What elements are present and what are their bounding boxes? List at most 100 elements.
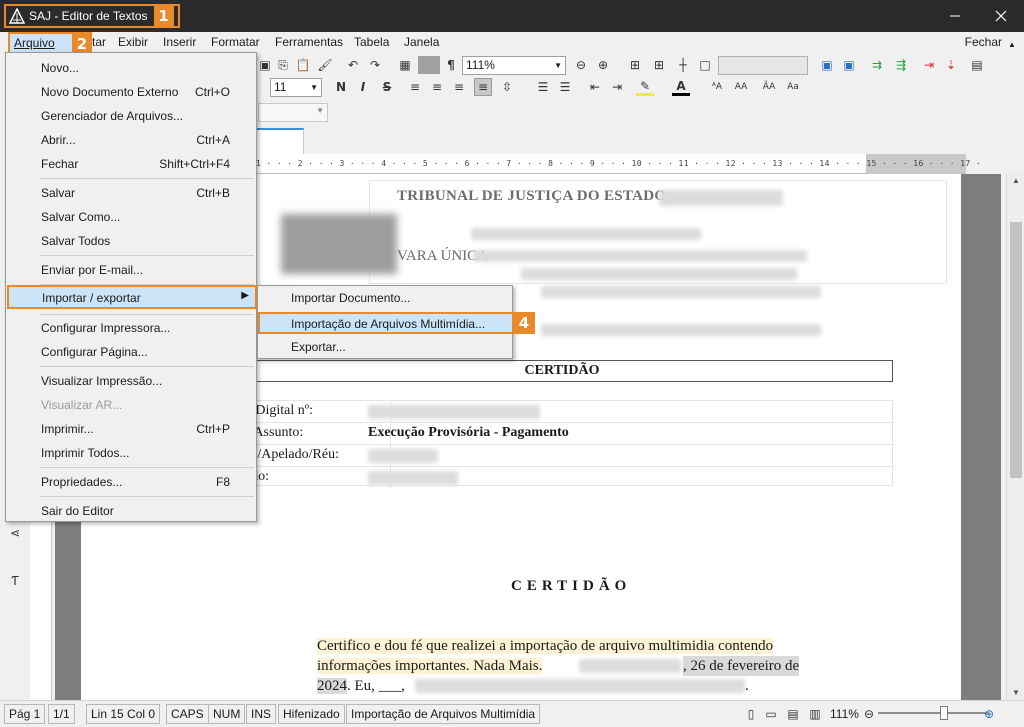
two-page-view-icon[interactable]: ▭ xyxy=(762,705,780,723)
menu-item-salvar-todos[interactable]: Salvar Todos xyxy=(8,230,254,252)
menu-item-configurar-pagina[interactable]: Configurar Página... xyxy=(8,341,254,363)
align-left-icon[interactable]: ≡ xyxy=(406,78,424,96)
menu-item-novo-externo[interactable]: Novo Documento Externo Ctrl+O xyxy=(8,81,254,103)
submenu-item-exportar[interactable]: Exportar... xyxy=(291,340,346,354)
table-grid-icon[interactable]: ⊞ xyxy=(650,56,668,74)
tab-stop-icon[interactable]: Ƭ xyxy=(6,572,24,590)
redacted-party xyxy=(368,449,438,463)
menu-ferramentas[interactable]: Ferramentas xyxy=(275,35,343,49)
table-icon[interactable]: ▦ xyxy=(396,56,414,74)
align-right-icon[interactable]: ≡ xyxy=(450,78,468,96)
menu-inserir[interactable]: Inserir xyxy=(163,35,196,49)
border-style-box[interactable] xyxy=(718,56,808,75)
grow-font-icon[interactable]: ÃA xyxy=(760,78,778,96)
copy-icon[interactable]: ⎘ xyxy=(274,56,292,74)
minimize-button[interactable] xyxy=(932,0,978,32)
numbering-icon[interactable]: ☰ xyxy=(556,78,574,96)
delete-column-icon[interactable]: ⇥ xyxy=(920,56,938,74)
indent-icon[interactable]: ⇥ xyxy=(608,78,626,96)
table-row: ante/Apelado/Réu: xyxy=(232,445,894,467)
align-center-icon[interactable]: ≡ xyxy=(428,78,446,96)
menu-separator xyxy=(40,255,254,256)
format-painter-icon[interactable]: 🖌 xyxy=(316,56,334,74)
save-icon[interactable]: ▣ xyxy=(256,56,274,74)
menu-exibir[interactable]: Exibir xyxy=(118,35,148,49)
columns-icon[interactable]: ▣ xyxy=(818,56,836,74)
merge-icon[interactable]: ⇉ xyxy=(868,56,886,74)
chevron-down-icon: ▼ xyxy=(316,106,324,115)
menu-item-propriedades[interactable]: Propriedades... F8 xyxy=(8,471,254,493)
zoom-select[interactable]: 111% ▼ xyxy=(462,56,566,75)
strike-icon[interactable]: S xyxy=(378,78,396,96)
bullets-icon[interactable]: ☰ xyxy=(534,78,552,96)
zoom-in-button-icon[interactable]: ⊕ xyxy=(980,705,998,723)
menu-item-shortcut: Ctrl+B xyxy=(196,186,230,200)
paragraph-style-select[interactable]: ▼ xyxy=(258,103,328,122)
split-icon[interactable]: ⇶ xyxy=(892,56,910,74)
small-caps-icon[interactable]: AA xyxy=(732,78,750,96)
outdent-icon[interactable]: ⇤ xyxy=(586,78,604,96)
menu-item-visualizar-impressao[interactable]: Visualizar Impressão... xyxy=(8,370,254,392)
menu-tabela[interactable]: Tabela xyxy=(354,35,389,49)
menu-item-gerenciador[interactable]: Gerenciador de Arquivos... xyxy=(8,105,254,127)
redo-icon[interactable]: ↷ xyxy=(366,56,384,74)
page-view-icon[interactable]: ▯ xyxy=(742,705,760,723)
paste-icon[interactable]: 📋 xyxy=(294,56,312,74)
bold-icon[interactable]: N xyxy=(332,78,350,96)
highlight-icon[interactable]: ✎ xyxy=(636,78,654,96)
menu-item-label: Imprimir Todos... xyxy=(41,446,130,460)
justify-icon[interactable]: ≡ xyxy=(474,78,492,96)
web-view-icon[interactable]: ▤ xyxy=(784,705,802,723)
menu-janela[interactable]: Janela xyxy=(404,35,439,49)
menu-editar[interactable]: tar xyxy=(92,35,106,49)
pilcrow-icon[interactable]: ¶ xyxy=(442,56,460,74)
share-icon[interactable]: ⋖ xyxy=(6,524,24,542)
menu-item-imprimir-todos[interactable]: Imprimir Todos... xyxy=(8,442,254,464)
menu-item-sair[interactable]: Sair do Editor xyxy=(8,500,254,522)
submenu-item-importar-documento[interactable]: Importar Documento... xyxy=(291,291,410,305)
subject-value: Execução Provisória - Pagamento xyxy=(368,425,569,440)
zoom-out-button-icon[interactable]: ⊖ xyxy=(860,705,878,723)
outline-view-icon[interactable]: ▥ xyxy=(806,705,824,723)
superscript-icon[interactable]: ᴬA xyxy=(708,78,726,96)
zoom-slider-track[interactable] xyxy=(878,712,988,714)
menu-item-salvar[interactable]: Salvar Ctrl+B xyxy=(8,182,254,204)
menu-item-novo[interactable]: Novo... xyxy=(8,57,254,79)
menu-item-salvar-como[interactable]: Salvar Como... xyxy=(8,206,254,228)
menu-item-fechar[interactable]: Fechar Shift+Ctrl+F4 xyxy=(8,153,254,175)
scroll-up-icon[interactable]: ▲ xyxy=(1007,174,1024,188)
menu-item-configurar-impressora[interactable]: Configurar Impressora... xyxy=(8,317,254,339)
menu-arquivo[interactable]: Arquivo 2 xyxy=(8,32,92,54)
menu-item-imprimir[interactable]: Imprimir... Ctrl+P xyxy=(8,418,254,440)
table-props-icon[interactable]: ▤ xyxy=(968,56,986,74)
vertical-scrollbar[interactable]: ▲ ▼ xyxy=(1006,174,1024,700)
close-window-button[interactable] xyxy=(978,0,1024,32)
undo-icon[interactable]: ↶ xyxy=(344,56,362,74)
scroll-down-icon[interactable]: ▼ xyxy=(1007,686,1024,700)
columns-alt-icon[interactable]: ▣ xyxy=(840,56,858,74)
zoom-slider-thumb[interactable] xyxy=(940,706,948,720)
fechar-document-link[interactable]: Fechar xyxy=(965,35,1002,49)
zoom-out-icon[interactable]: ⊖ xyxy=(572,56,590,74)
menu-item-enviar-email[interactable]: Enviar por E-mail... xyxy=(8,259,254,281)
font-color-icon[interactable]: A xyxy=(672,78,690,96)
submenu-item-importacao-multimidia[interactable]: Importação de Arquivos Multimídia... xyxy=(258,312,514,334)
certidao-paragraph: Certifico e dou fé que realizei a import… xyxy=(317,636,825,696)
italic-icon[interactable]: I xyxy=(354,78,372,96)
scroll-thumb[interactable] xyxy=(1010,222,1022,478)
paragraph-line: informações importantes. Nada Mais. , 26… xyxy=(317,656,825,676)
menu-item-importar-exportar[interactable]: Importar / exportar ▶ xyxy=(7,285,257,309)
grid-icon[interactable]: ⊞ xyxy=(626,56,644,74)
change-case-icon[interactable]: Aa xyxy=(784,78,802,96)
box-icon[interactable]: □ xyxy=(696,56,714,74)
cross-icon[interactable]: ┼ xyxy=(674,56,692,74)
color-swatch-icon[interactable] xyxy=(418,56,440,74)
menu-item-abrir[interactable]: Abrir... Ctrl+A xyxy=(8,129,254,151)
document-tab[interactable] xyxy=(256,128,304,154)
delete-row-icon[interactable]: ⇣ xyxy=(942,56,960,74)
font-size-select[interactable]: 11 ▼ xyxy=(270,78,322,97)
menu-formatar[interactable]: Formatar xyxy=(211,35,260,49)
fechar-chevron-icon[interactable]: ▲ xyxy=(1008,40,1016,49)
line-spacing-icon[interactable]: ⇳ xyxy=(498,78,516,96)
zoom-in-icon[interactable]: ⊕ xyxy=(594,56,612,74)
